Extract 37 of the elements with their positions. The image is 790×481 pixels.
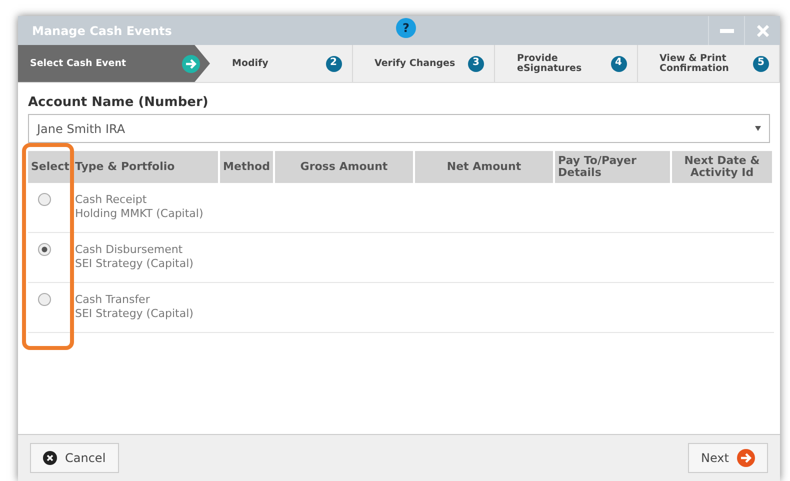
account-dropdown[interactable]: Jane Smith IRA (28, 114, 770, 143)
wizard-step[interactable]: Verify Changes 3 (352, 45, 495, 82)
radio-button[interactable] (38, 293, 51, 306)
step-number: 2 (326, 56, 342, 72)
column-header: Net Amount (415, 151, 555, 183)
column-header: Pay To/Payer Details (555, 151, 672, 183)
step-number: 3 (468, 56, 484, 72)
caret-icon (755, 126, 761, 131)
column-header: Select (28, 151, 72, 183)
column-header: Type & Portfolio (72, 151, 220, 183)
step-label: Modify (232, 58, 268, 68)
close-icon (756, 24, 768, 36)
column-header: Method (220, 151, 275, 183)
radio-button[interactable] (38, 243, 51, 256)
step-label: Select Cash Event (30, 58, 126, 68)
help-button[interactable]: ? (396, 18, 416, 38)
wizard-step[interactable]: Provide eSignatures 4 (495, 45, 638, 82)
wizard-step[interactable]: View & Print Confirmation 5 (638, 45, 780, 82)
table-cell-text: Cash Receipt Holding MMKT (Capital) (74, 192, 204, 220)
step-number: 4 (610, 56, 626, 72)
next-button[interactable]: Next (688, 443, 768, 473)
column-header: Gross Amount (275, 151, 415, 183)
close-icon (43, 451, 57, 465)
step-label: View & Print Confirmation (660, 54, 730, 74)
field-label: Account Name (Number) (28, 95, 210, 110)
wizard-step[interactable]: Select Cash Event (18, 45, 210, 82)
radio-button[interactable] (38, 193, 51, 206)
window-title: Manage Cash Events (31, 24, 172, 38)
step-number: 5 (753, 56, 769, 72)
wizard-step[interactable]: Modify 2 (210, 45, 352, 82)
table-cell-text: Cash Disbursement SEI Strategy (Capital) (74, 242, 194, 270)
column-header: Next Date & Activity Id (672, 151, 774, 183)
table-cell-text: Cash Transfer SEI Strategy (Capital) (74, 292, 194, 320)
minimize-icon (720, 28, 734, 32)
step-label: Provide eSignatures (517, 54, 583, 74)
step-label: Verify Changes (374, 58, 456, 68)
cancel-button[interactable]: Cancel (30, 443, 119, 473)
